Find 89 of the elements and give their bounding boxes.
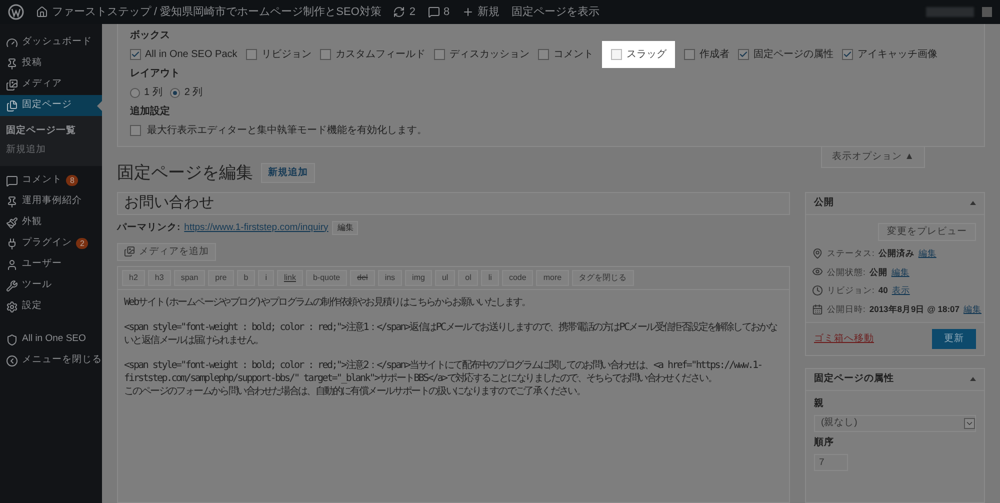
parent-select[interactable]: (親なし): [814, 415, 976, 432]
quicktag-button[interactable]: ul: [434, 270, 456, 286]
field-label: 順序: [814, 436, 835, 450]
quicktag-button[interactable]: h3: [148, 270, 171, 286]
quicktag-button[interactable]: li: [481, 270, 499, 286]
quicktag-button[interactable]: i: [258, 270, 274, 286]
field-label: 親: [814, 396, 825, 411]
meta-link[interactable]: 編集: [891, 266, 910, 278]
content-line: Webサイト(ホームページやブログ)やプログラムの制作依頼やお見積りはこちらからお願いいたします。: [124, 296, 532, 309]
permalink-url[interactable]: https://www.1-firststep.com/inquiry: [184, 220, 328, 235]
comments-count[interactable]: 8: [444, 4, 450, 20]
quicktag-button[interactable]: ol: [458, 270, 478, 286]
content-line: <span style="font-weight : bold; color : red;">注意2：</span>当サイトにて配布中のプログラムに関してのお問い合わせは、<a href="https://www.1-: [124, 358, 763, 372]
sidebar-item[interactable]: メニューを閉じる: [0, 350, 102, 371]
submenu-item[interactable]: 固定ページ一覧: [0, 122, 102, 141]
permalink-label: パーマリンク:: [117, 220, 180, 235]
sidebar-item[interactable]: 外観: [0, 212, 102, 233]
meta-label: リビジョン:: [827, 284, 874, 297]
page-heading: 固定ページを編集: [117, 162, 253, 184]
quicktag-button[interactable]: b-quote: [306, 270, 348, 286]
meta-label: 公開日時:: [827, 303, 866, 316]
quicktag-button[interactable]: code: [502, 270, 534, 286]
quicktag-button[interactable]: img: [405, 270, 432, 286]
meta-value: 公開済み: [878, 246, 914, 260]
sidebar-item[interactable]: プラグイン 2: [0, 233, 102, 254]
section-title: 追加設定: [130, 104, 171, 119]
box-title: 公開: [814, 196, 834, 210]
highlighted-option[interactable]: スラッグ: [602, 41, 676, 68]
sidebar-item[interactable]: コメント 8: [0, 170, 102, 191]
content-line: このページのフォームから問い合わせた場合は、自動的に有償メールサポートの扱いになりますのでご了承ください。: [124, 384, 586, 398]
order-field[interactable]: 7: [814, 454, 848, 472]
radio-label: 2 列: [184, 86, 203, 100]
quicktag-button[interactable]: more: [536, 270, 569, 286]
quicktag-button[interactable]: link: [276, 270, 303, 286]
add-new-button[interactable]: 新規追加: [261, 162, 315, 184]
box-title: 固定ページの属性: [814, 372, 894, 386]
view-page-link[interactable]: 固定ページを表示: [512, 4, 600, 20]
box-option[interactable]: コメント: [538, 47, 594, 62]
sidebar-item[interactable]: ダッシュボード: [0, 32, 102, 53]
quicktag-button[interactable]: pre: [208, 270, 234, 286]
sidebar-item[interactable]: ツール: [0, 275, 102, 296]
site-title-link[interactable]: ファーストステップ / 愛知県岡崎市でホームページ制作とSEO対策: [52, 4, 382, 20]
box-option[interactable]: リビジョン: [246, 47, 312, 62]
update-button[interactable]: 更新: [932, 328, 976, 349]
edit-button[interactable]: 編集: [332, 220, 358, 235]
count-badge: 8: [66, 175, 78, 186]
box-option[interactable]: ディスカッション: [434, 47, 530, 62]
meta-link[interactable]: 表示: [892, 284, 910, 297]
sidebar-item[interactable]: メディア: [0, 74, 102, 95]
quicktag-button[interactable]: タグを閉じる: [572, 270, 634, 286]
count-badge: 2: [76, 238, 88, 249]
add-media-button[interactable]: メディアを追加: [117, 242, 216, 261]
meta-link[interactable]: 編集: [918, 246, 936, 260]
updates-count[interactable]: 2: [409, 4, 416, 20]
meta-value: 40: [878, 284, 888, 297]
sidebar-item[interactable]: All in One SEO: [0, 329, 102, 350]
sidebar-item[interactable]: 固定ページ: [0, 95, 102, 116]
box-option[interactable]: 固定ページの属性: [738, 47, 834, 62]
quicktag-button[interactable]: h2: [122, 270, 145, 286]
quicktag-button[interactable]: ins: [378, 270, 402, 286]
sidebar-item[interactable]: ユーザー: [0, 254, 102, 275]
meta-label: 公開状態:: [827, 266, 866, 278]
new-link[interactable]: 新規: [478, 4, 500, 20]
screen-options-tab[interactable]: 表示オプション ▲: [820, 147, 925, 168]
box-option[interactable]: カスタムフィールド: [320, 47, 426, 62]
section-title: レイアウト: [130, 67, 181, 81]
box-option[interactable]: 作成者: [684, 47, 730, 62]
content-line: firststep.com/samplephp/support-bbs/" target="_blank">サポートBBS</a>で対応することになりましたので、そちらでお問い合わせください。: [124, 372, 718, 385]
meta-value: 2013年8月9日 @ 18:07: [869, 303, 960, 316]
quicktag-button[interactable]: del: [350, 270, 375, 286]
section-title: ボックス: [130, 29, 171, 43]
option-label: 最大行表示エディターと集中執筆モード機能を有効化します。: [147, 124, 427, 138]
box-option[interactable]: アイキャッチ画像: [842, 47, 938, 62]
box-option[interactable]: All in One SEO Pack: [130, 47, 238, 62]
preview-button[interactable]: 変更をプレビュー: [878, 222, 976, 241]
meta-value: 公開: [869, 266, 888, 278]
trash-link[interactable]: ゴミ箱へ移動: [814, 332, 874, 346]
quicktag-button[interactable]: span: [174, 270, 206, 286]
sidebar-item[interactable]: 投稿: [0, 53, 102, 74]
meta-label: ステータス:: [827, 246, 874, 260]
radio-label: 1 列: [144, 86, 162, 100]
title-field[interactable]: お問い合わせ: [117, 192, 790, 215]
content-line: いと返信メールは届けられません。: [124, 334, 264, 347]
submenu-item[interactable]: 新規追加: [0, 141, 102, 160]
content-line: <span style="font-weight : bold; color : red;">注意1：</span>返信はPCメールでお送りしますので、携帯電話の方はPCメール受信拒否設定を解除しておかな: [124, 320, 778, 334]
sidebar-item[interactable]: 設定: [0, 296, 102, 317]
meta-link[interactable]: 編集: [964, 303, 982, 316]
quicktag-button[interactable]: b: [236, 270, 256, 286]
sidebar-item[interactable]: 運用事例紹介: [0, 191, 102, 212]
